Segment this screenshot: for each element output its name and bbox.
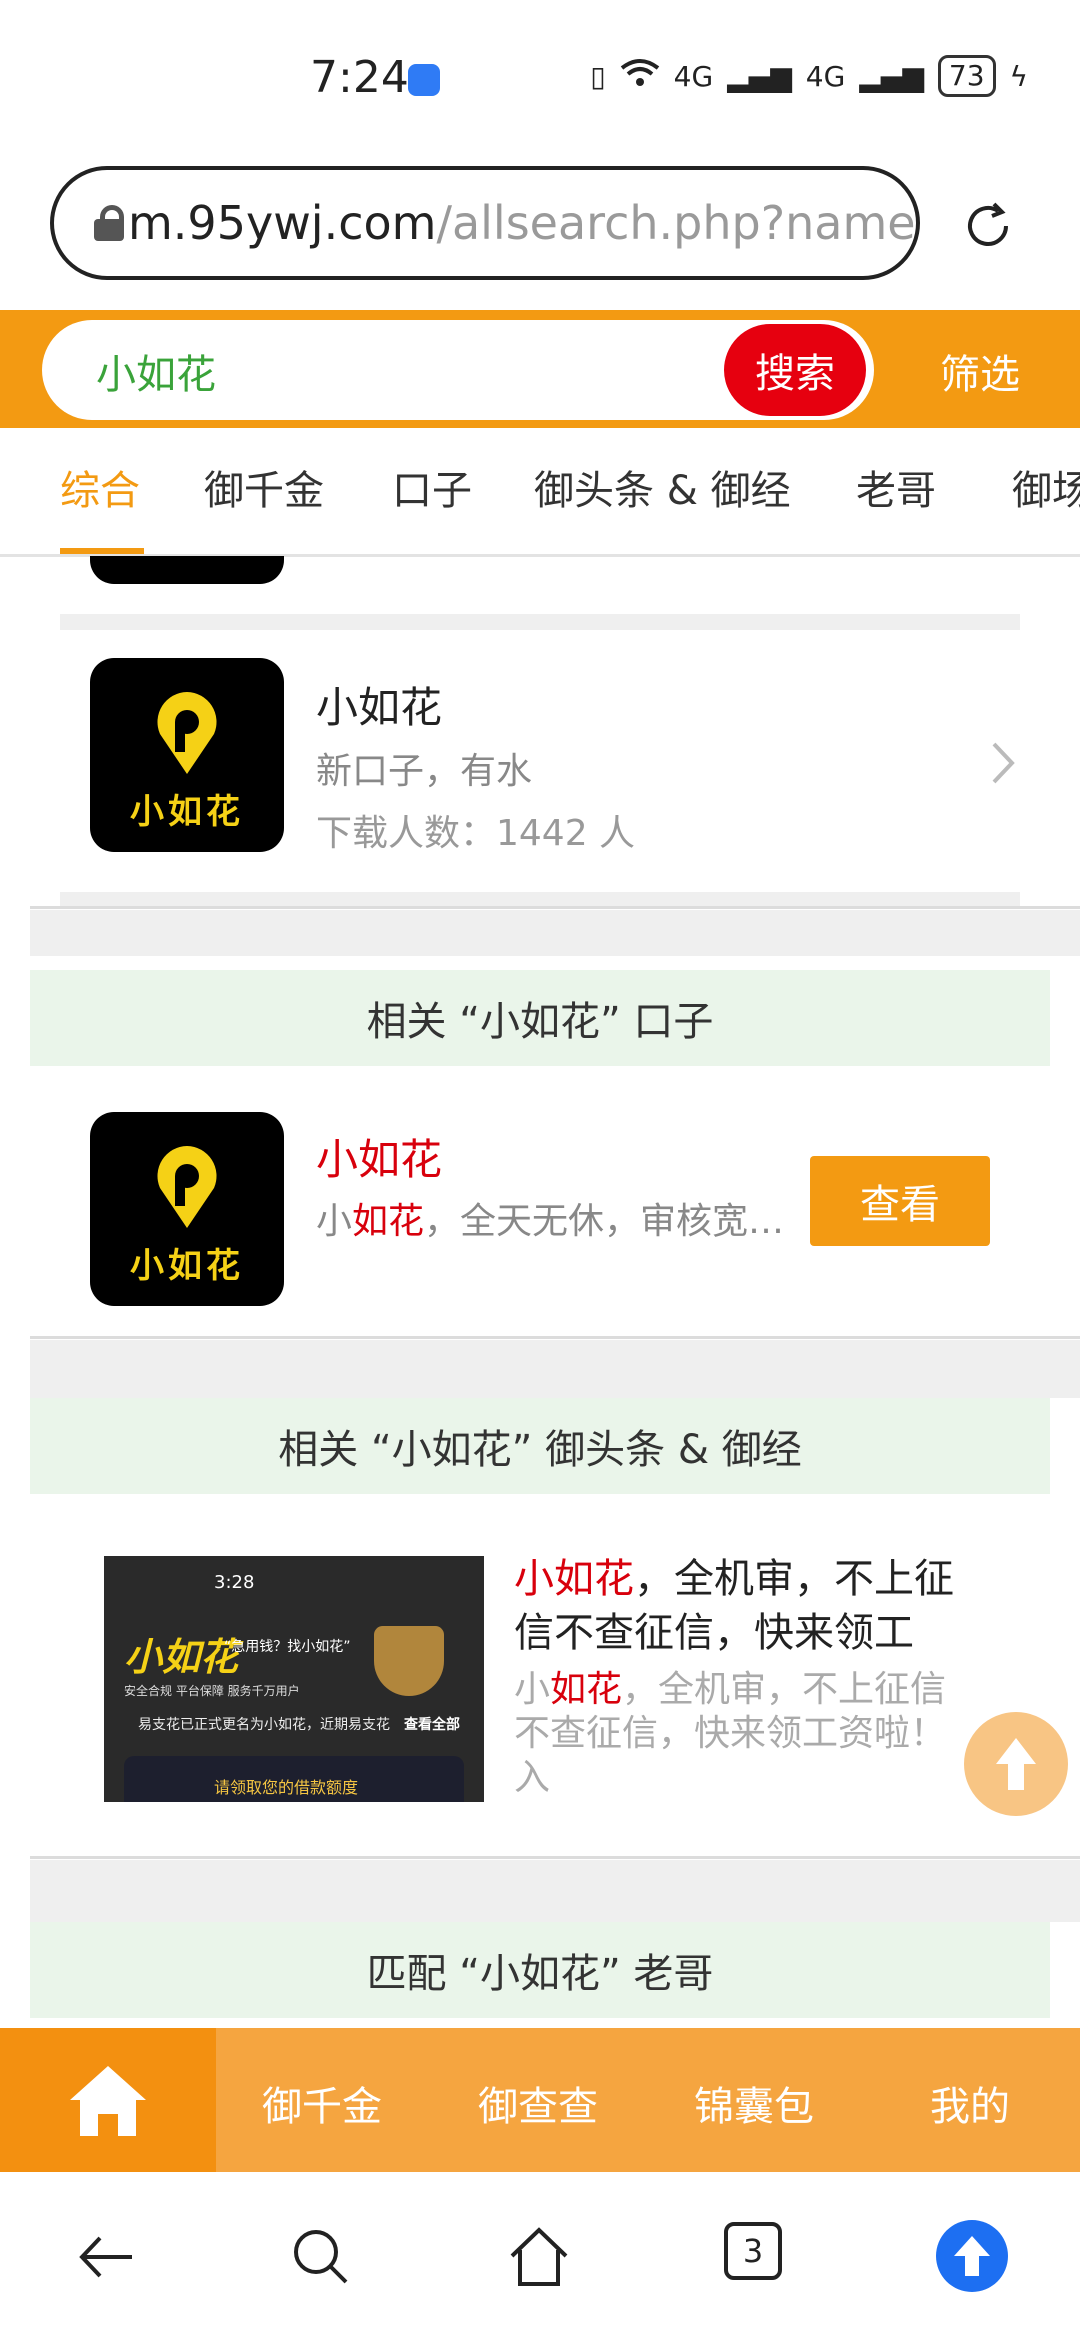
shield-icon: [374, 1626, 444, 1696]
arrow-up-icon: [996, 1738, 1036, 1790]
search-query-text[interactable]: 小如花: [96, 342, 216, 400]
divider: [60, 892, 1020, 906]
nav-jinnangbao[interactable]: 锦囊包: [694, 2074, 814, 2132]
app-name[interactable]: 小如花: [316, 674, 442, 735]
article-title[interactable]: 小如花，全机审，不上征信不查征信，快来领工: [514, 1552, 984, 1660]
desc-highlight: 如花: [550, 1669, 623, 1710]
house-icon[interactable]: [504, 2222, 574, 2292]
vibrate-icon: ▯: [590, 59, 606, 93]
kouzi-app-icon[interactable]: 小如花: [90, 1112, 284, 1306]
desc-prefix: 小: [514, 1669, 551, 1710]
thumb-tags: 安全合规 平台保障 服务千万用户: [124, 1684, 300, 1698]
wifi-icon: [620, 58, 660, 95]
divider: [60, 614, 1020, 630]
article-thumbnail[interactable]: 3:28 小如花 “急用钱？找小如花” 安全合规 平台保障 服务千万用户 易支花…: [104, 1556, 484, 1802]
tab-zonghe[interactable]: 综合: [60, 458, 140, 516]
kouzi-icon-label: 小如花: [130, 1246, 244, 1286]
filter-button[interactable]: 筛选: [940, 342, 1020, 400]
kouzi-title[interactable]: 小如花: [316, 1126, 442, 1187]
thumb-view-all: 查看全部: [404, 1717, 460, 1733]
signal-bars-icon: ▂▄▆: [727, 59, 792, 93]
thumb-brand: 小如花: [124, 1635, 239, 1679]
section-header-laoge: 匹配 “小如花” 老哥: [30, 1922, 1050, 2018]
thumb-slogan: “急用钱？找小如花”: [224, 1639, 351, 1655]
scroll-to-top-button[interactable]: [964, 1712, 1068, 1816]
section-header-toutiao: 相关 “小如花” 御头条 & 御经: [30, 1398, 1050, 1494]
signal-4g-label: 4G: [673, 59, 714, 93]
reload-icon[interactable]: [958, 196, 1018, 256]
kouzi-description: 小如花，全天无休，审核宽…: [316, 1192, 784, 1244]
desc-highlight: 如花: [352, 1201, 425, 1242]
signal-4g-label-2: 4G: [805, 59, 846, 93]
nav-home[interactable]: [0, 2028, 216, 2172]
nav-yuqianjin[interactable]: 御千金: [262, 2074, 382, 2132]
section-gap: [30, 1340, 1080, 1398]
desc-rest: ，全天无休，审核宽…: [424, 1201, 785, 1242]
address-bar[interactable]: m.95ywj.com/allsearch.php?name=: [50, 166, 920, 280]
divider-line: [30, 906, 1080, 909]
signal-bars-icon-2: ▂▄▆: [859, 59, 924, 93]
url-text[interactable]: m.95ywj.com/allsearch.php?name=: [128, 196, 920, 250]
active-tab-indicator: [60, 548, 144, 554]
nav-wode[interactable]: 我的: [930, 2074, 1010, 2132]
previous-app-icon-partial: [90, 556, 284, 584]
app-description: 新口子，有水: [316, 751, 533, 792]
back-arrow-icon[interactable]: [72, 2222, 142, 2292]
tab-yutoutiao[interactable]: 御头条 & 御经: [534, 458, 791, 516]
charging-icon: ϟ: [1009, 59, 1028, 93]
desc-prefix: 小: [316, 1201, 353, 1242]
tab-yuqianjin[interactable]: 御千金: [204, 458, 324, 516]
section-gap: [30, 910, 1080, 956]
nav-yuchacha[interactable]: 御查查: [478, 2074, 598, 2132]
app-icon-label: 小如花: [130, 792, 244, 832]
status-indicators: ▯ 4G ▂▄▆ 4G ▂▄▆ 73 ϟ: [590, 55, 1028, 97]
pin-logo-icon: [157, 1146, 217, 1228]
app-downloads: 下载人数：1442 人: [316, 813, 636, 854]
thumb-notice: 易支花已正式更名为小如花，近期易支花: [138, 1717, 390, 1733]
article-description: 小如花，全机审，不上征信不查征信，快来领工资啦！入: [514, 1668, 954, 1800]
tab-laoge[interactable]: 老哥: [856, 458, 936, 516]
thumb-cta: 请领取您的借款额度: [214, 1778, 359, 1797]
section-gap: [30, 1860, 1080, 1922]
home-icon: [70, 2066, 146, 2136]
url-path: /allsearch.php?name=: [436, 196, 920, 250]
tab-count[interactable]: 3: [724, 2222, 782, 2280]
search-button[interactable]: 搜索: [722, 322, 868, 418]
divider-line: [30, 1336, 1080, 1339]
search-icon[interactable]: [286, 2222, 356, 2292]
pin-logo-icon: [157, 692, 217, 774]
notification-app-icon: [408, 64, 440, 96]
chevron-right-icon[interactable]: [988, 740, 1018, 786]
url-host: m.95ywj.com: [128, 196, 437, 250]
tab-kouzi[interactable]: 口子: [392, 458, 472, 516]
battery-indicator: 73: [937, 55, 996, 97]
section-header-kouzi: 相关 “小如花” 口子: [30, 970, 1050, 1066]
tab-yuchang[interactable]: 御场: [1012, 458, 1080, 516]
app-icon[interactable]: 小如花: [90, 658, 284, 852]
view-button[interactable]: 查看: [810, 1156, 990, 1246]
upload-arrow-icon[interactable]: [936, 2220, 1008, 2292]
title-highlight: 小如花: [514, 1556, 634, 1602]
status-time: 7:24: [310, 52, 409, 103]
thumb-time: 3:28: [214, 1572, 255, 1593]
divider-line: [30, 1856, 1080, 1859]
